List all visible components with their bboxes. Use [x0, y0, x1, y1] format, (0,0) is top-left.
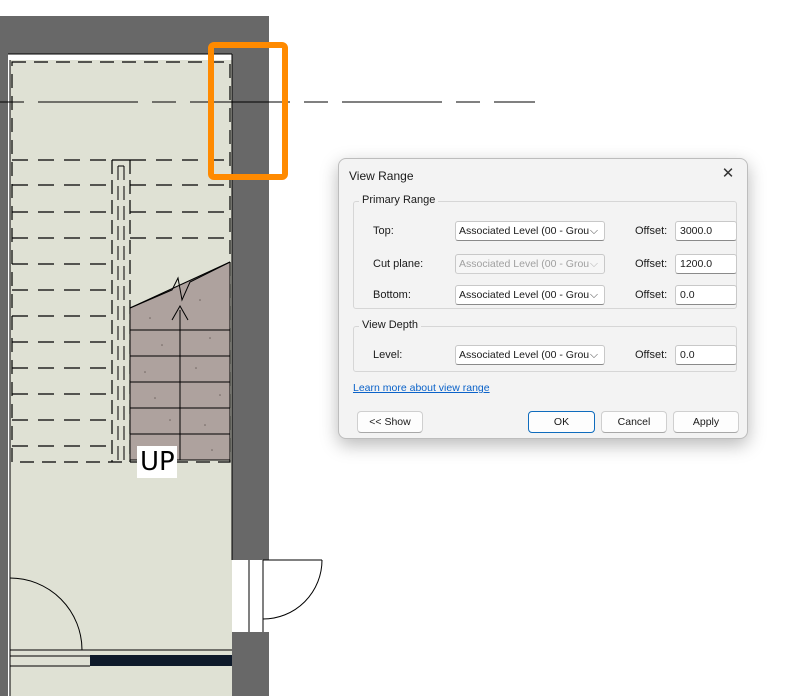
- cut-plane-offset-field[interactable]: 1200.0: [675, 254, 737, 274]
- highlight-box: [208, 42, 288, 180]
- cut-plane-level-select[interactable]: Associated Level (00 - Grou ⌵: [455, 254, 605, 274]
- ok-button[interactable]: OK: [528, 411, 595, 433]
- top-offset-label: Offset:: [635, 225, 668, 237]
- cancel-button[interactable]: Cancel: [601, 411, 667, 433]
- bottom-level-select[interactable]: Associated Level (00 - Grou ⌵: [455, 285, 605, 305]
- top-offset-field[interactable]: 3000.0: [675, 221, 737, 241]
- show-button[interactable]: << Show: [357, 411, 423, 433]
- view-depth-level-select[interactable]: Associated Level (00 - Grou ⌵: [455, 345, 605, 365]
- door-swing-arc: [262, 559, 323, 620]
- bottom-offset-label: Offset:: [635, 289, 668, 301]
- dialog-title: View Range: [349, 169, 414, 183]
- stair-up-label: UP: [137, 446, 177, 478]
- bottom-offset-field[interactable]: 0.0: [675, 285, 737, 305]
- chevron-down-icon: ⌵: [590, 258, 598, 270]
- window: [90, 655, 232, 666]
- apply-button[interactable]: Apply: [673, 411, 739, 433]
- view-depth-offset-label: Offset:: [635, 349, 668, 361]
- primary-range-group: Primary Range Top: Associated Level (00 …: [353, 194, 737, 309]
- learn-more-link[interactable]: Learn more about view range: [353, 382, 490, 394]
- chevron-down-icon: ⌵: [590, 289, 598, 301]
- view-depth-group: View Depth Level: Associated Level (00 -…: [353, 319, 737, 372]
- view-depth-level-value: Associated Level (00 - Grou: [459, 349, 590, 361]
- chevron-down-icon: ⌵: [590, 225, 598, 237]
- right-wall-lower: [232, 632, 269, 696]
- primary-range-title: Primary Range: [359, 194, 439, 206]
- cut-plane-offset-label: Offset:: [635, 258, 668, 270]
- view-depth-title: View Depth: [359, 319, 422, 331]
- close-icon[interactable]: ✕: [717, 163, 739, 185]
- top-level-value: Associated Level (00 - Grou: [459, 225, 590, 237]
- top-level-select[interactable]: Associated Level (00 - Grou ⌵: [455, 221, 605, 241]
- bottom-level-value: Associated Level (00 - Grou: [459, 289, 590, 301]
- chevron-down-icon: ⌵: [590, 349, 598, 361]
- view-depth-offset-field[interactable]: 0.0: [675, 345, 737, 365]
- top-label: Top:: [373, 225, 394, 237]
- level-label: Level:: [373, 349, 403, 361]
- left-wall: [0, 16, 8, 696]
- cut-plane-label: Cut plane:: [373, 258, 424, 270]
- cut-plane-level-value: Associated Level (00 - Grou: [459, 258, 590, 270]
- view-range-dialog: View Range ✕ Primary Range Top: Associat…: [338, 158, 748, 439]
- bottom-label: Bottom:: [373, 289, 411, 301]
